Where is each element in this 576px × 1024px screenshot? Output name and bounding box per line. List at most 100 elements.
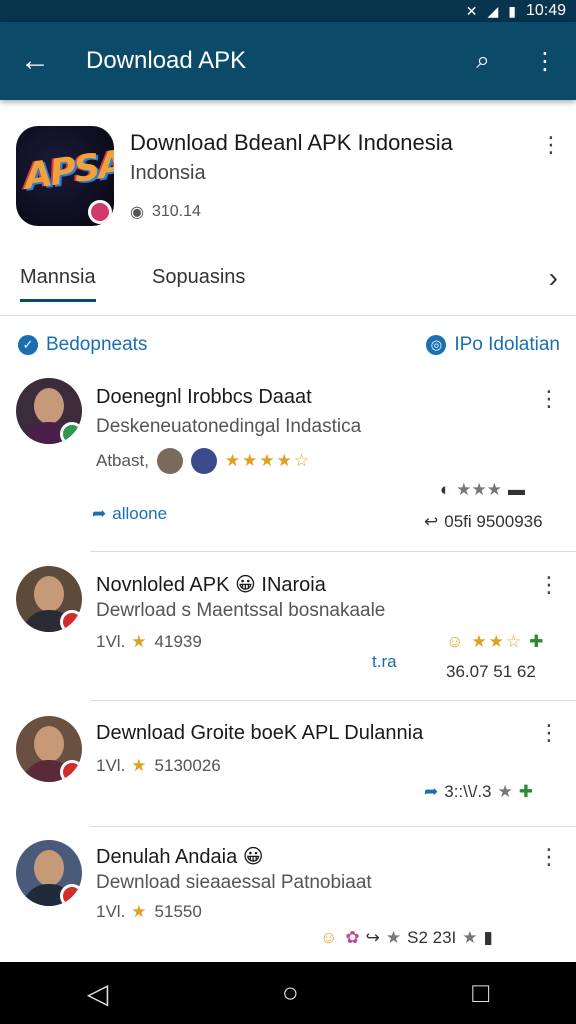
check-icon: ✓	[18, 335, 38, 355]
mini-avatar-icon	[156, 448, 183, 474]
review-meta-label: 1Vl.	[96, 756, 126, 775]
share-icon: ➦	[424, 782, 439, 801]
nav-back-icon[interactable]: ◁	[87, 977, 109, 1010]
review-action[interactable]: ➦ alloone	[92, 504, 167, 524]
nav-home-icon[interactable]: ○	[282, 977, 299, 1009]
avatar-face	[34, 726, 64, 762]
avatar	[16, 378, 82, 444]
more-vert-icon[interactable]: ⋮	[514, 47, 576, 76]
more-vert-icon[interactable]: ⋮	[538, 386, 560, 412]
review-action-label: alloone	[112, 504, 168, 523]
review-stats: ◐ ★★★ ▬	[440, 480, 525, 500]
globe-icon: ◎	[426, 335, 447, 355]
review-meta-label: Atbast,	[96, 451, 149, 470]
avatar-face	[34, 850, 64, 886]
avatar	[16, 840, 82, 906]
more-vert-icon[interactable]: ⋮	[538, 720, 560, 746]
review-date-value: 05fi 9500936	[444, 512, 543, 531]
list-item[interactable]: Denulah Andaia 😀 Dewnload sieaaessal Pat…	[0, 836, 576, 962]
leaf-icon: ✚	[518, 782, 533, 801]
review-date-value: 3::\\/.3	[444, 782, 492, 801]
share-icon: ↪	[365, 928, 380, 947]
chevron-right-icon[interactable]: ›	[549, 262, 558, 294]
arrow-left-icon[interactable]: ←	[0, 44, 70, 78]
review-date: ↩ 05fi 9500936	[424, 512, 543, 532]
divider	[90, 826, 576, 827]
status-bar: ✕ ◢ ▮ 10:49	[0, 0, 576, 22]
review-meta-label: 1Vl.	[96, 902, 126, 921]
tab-second[interactable]: Sopuasins	[152, 266, 245, 289]
review-stats: ☺ ✿ ↪ ★ S2 23I ★ ▮	[320, 928, 493, 948]
more-vert-icon[interactable]: ⋮	[538, 572, 560, 598]
system-nav-bar: ◁ ○ □	[0, 962, 576, 1024]
tab-active[interactable]: Mannsia	[20, 266, 96, 302]
section-left[interactable]: ✓ Bedopneats	[18, 334, 147, 356]
divider	[90, 551, 576, 552]
list-item[interactable]: Doenegnl Irobbcs Daaat Deskeneuatoneding…	[0, 376, 576, 546]
page-title: Download APK	[86, 47, 247, 74]
share-icon: ➦	[92, 504, 107, 523]
review-stats: ➦ 3::\\/.3 ★ ✚	[424, 782, 533, 802]
thumb-icon: ◐	[440, 480, 451, 499]
verified-icon	[60, 422, 82, 444]
rating-stars: ★★★★☆	[224, 451, 312, 470]
review-meta: 1Vl. ★ 41939	[96, 632, 202, 652]
review-date-value: 36.07 51 62	[446, 662, 536, 681]
review-meta: 1Vl. ★ 5130026	[96, 756, 221, 776]
card-icon: ▬	[508, 480, 526, 499]
app-header: APSA Download Bdeanl APK Indonesia Indon…	[0, 120, 576, 240]
review-meta-value: 5130026	[154, 756, 221, 775]
mute-icon: ✕	[465, 2, 478, 19]
leaf-icon: ✚	[529, 632, 544, 651]
reply-icon: ↩	[424, 512, 439, 531]
star-icon: ★	[497, 782, 513, 801]
review-subtitle: Dewnload sieaaessal Patnobiaat	[96, 872, 372, 893]
divider	[90, 700, 576, 701]
badge-icon	[60, 760, 82, 782]
avatar-face	[34, 576, 64, 612]
star-icon: ★	[462, 928, 478, 947]
emoji-icon: ☺	[320, 928, 340, 947]
review-subtitle: Deskeneuatonedingal Indastica	[96, 416, 362, 437]
app-more-icon[interactable]: ⋮	[540, 132, 562, 158]
review-subtitle: Dewrload s Maentssal bosnakaale	[96, 600, 386, 621]
section-left-label: Bedopneats	[46, 334, 148, 355]
star-icon: ★	[385, 928, 402, 947]
flower-icon: ✿	[345, 928, 360, 947]
review-title: Denulah Andaia 😀	[96, 846, 264, 868]
list-item[interactable]: Novnloled APK 😀 INaroia Dewrload s Maent…	[0, 562, 576, 694]
section-header: ✓ Bedopneats ◎ IPo Idolatian	[0, 330, 576, 362]
badge-icon	[60, 884, 82, 906]
emoji-icon: ☺	[446, 632, 466, 651]
section-right[interactable]: ◎ IPo Idolatian	[426, 334, 560, 356]
app-bar: ← Download APK ⌕ ⋮	[0, 22, 576, 100]
star-icon: ★	[131, 902, 149, 921]
review-meta-value: 51550	[154, 902, 202, 921]
trash-icon: ▮	[483, 928, 493, 947]
star-icon: ★	[131, 756, 149, 775]
tab-bar: Mannsia Sopuasins ›	[0, 256, 576, 316]
app-meta-value: 310.14	[151, 203, 201, 220]
review-date-value: S2 23I	[407, 928, 457, 947]
review-meta-value: 41939	[154, 632, 202, 651]
rating-stars: ★★☆	[471, 632, 524, 651]
nav-recents-icon[interactable]: □	[472, 977, 489, 1009]
signal-icon: ◢	[487, 2, 499, 19]
review-date: 36.07 51 62	[446, 662, 536, 682]
list-item[interactable]: Dewnload Groite boeK APL Dulannia 1Vl. ★…	[0, 712, 576, 822]
avatar	[16, 566, 82, 632]
search-icon[interactable]: ⌕	[452, 47, 514, 75]
rating-stars: ★★★	[456, 480, 503, 499]
app-name: Download Bdeanl APK Indonesia	[130, 130, 453, 155]
avatar	[16, 716, 82, 782]
mini-avatar-icon	[190, 448, 217, 474]
review-action-label: t.ra	[372, 652, 397, 671]
more-vert-icon[interactable]: ⋮	[538, 844, 560, 870]
review-title: Doenegnl Irobbcs Daaat	[96, 386, 312, 408]
download-icon: ◉	[130, 204, 144, 221]
review-meta-label: 1Vl.	[96, 632, 126, 651]
section-right-label: IPo Idolatian	[454, 334, 560, 355]
review-meta: Atbast, ★★★★☆	[96, 448, 311, 474]
review-title: Novnloled APK 😀 INaroia	[96, 574, 326, 596]
review-action[interactable]: t.ra	[372, 652, 397, 672]
